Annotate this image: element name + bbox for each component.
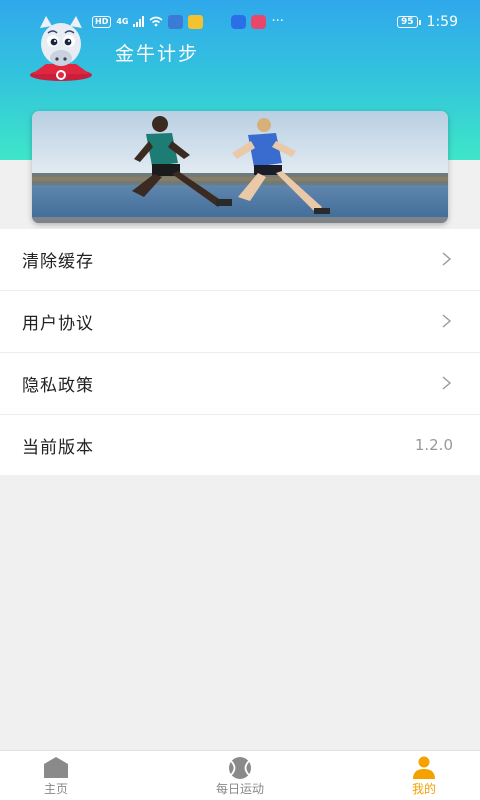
tennis-ball-icon [229,757,251,779]
menu-item-privacy-policy[interactable]: 隐私政策 [0,353,480,415]
runners-photo [32,111,448,223]
version-number: 1.2.0 [414,436,453,454]
tab-daily-exercise[interactable]: 每日运动 [180,751,300,800]
app-title: 金牛计步 [115,43,200,65]
menu-item-clear-cache[interactable]: 清除缓存 [0,229,480,291]
person-icon [413,756,435,779]
clock: 1:59 [426,14,458,30]
notification-app-icon [188,14,204,29]
mascot-avatar [30,16,92,81]
tab-mine[interactable]: 我的 [364,751,480,800]
home-icon [44,757,68,778]
notification-app-icon [168,14,184,29]
tab-home[interactable]: 主页 [0,751,116,800]
chevron-right-icon [442,376,452,390]
menu-item-label: 用户协议 [22,314,94,334]
menu-item-user-agreement[interactable]: 用户协议 [0,291,480,353]
tab-label: 我的 [411,782,436,796]
tab-label: 每日运动 [215,782,264,796]
menu-item-label: 隐私政策 [22,376,94,396]
network-type: 4G [116,17,129,26]
bottom-tab-bar: 主页 每日运动 我的 [0,750,480,800]
notification-app-icon [251,14,267,29]
tab-label: 主页 [43,782,68,796]
banner-image[interactable] [32,111,448,223]
menu-item-label: 当前版本 [22,437,94,458]
more-notifications-icon: ··· [271,14,284,29]
notification-app-icon [231,14,247,29]
chevron-right-icon [442,252,452,266]
battery-icon: 95 [397,16,421,28]
menu-item-current-version: 当前版本 1.2.0 [0,415,480,475]
menu-item-label: 清除缓存 [22,252,94,272]
signal-icon [133,16,145,27]
settings-menu: 清除缓存 用户协议 隐私政策 当前版本 1.2.0 [0,229,480,475]
chevron-right-icon [442,314,452,328]
wifi-icon [149,16,163,27]
